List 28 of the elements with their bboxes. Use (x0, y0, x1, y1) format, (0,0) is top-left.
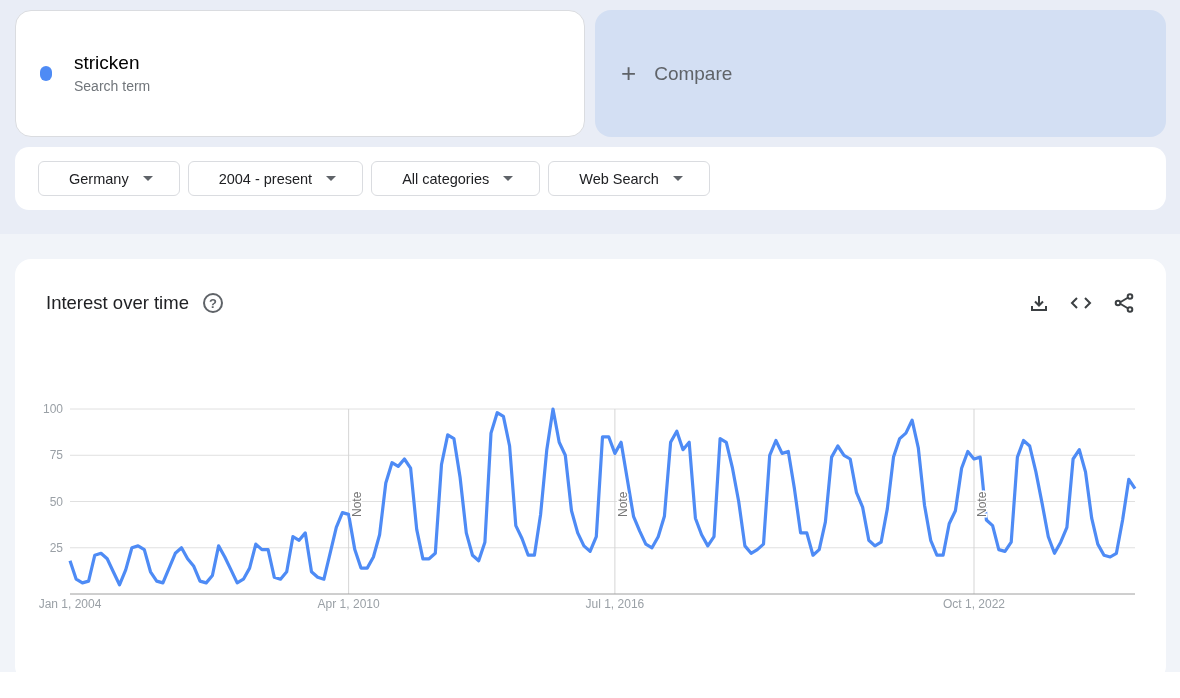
x-axis-label: Jul 1, 2016 (585, 597, 645, 611)
share-icon[interactable] (1114, 293, 1134, 313)
embed-code-icon[interactable] (1070, 296, 1092, 310)
search-term-card[interactable]: stricken Search term (15, 10, 585, 137)
filter-dropdown[interactable]: Web Search (548, 161, 710, 196)
filter-dropdown[interactable]: Germany (38, 161, 180, 196)
x-axis-label: Apr 1, 2010 (317, 597, 380, 611)
chart-title: Interest over time (46, 292, 189, 314)
note-marker[interactable]: Note (615, 491, 630, 517)
caret-icon (672, 176, 683, 181)
y-axis-label: 50 (49, 494, 63, 509)
note-marker[interactable]: Note (349, 491, 364, 517)
download-icon[interactable] (1030, 294, 1048, 312)
search-term-label: Search term (74, 77, 151, 94)
caret-icon (326, 176, 337, 181)
filter-dropdown[interactable]: All categories (371, 161, 541, 196)
x-axis-label: Jan 1, 2004 (38, 597, 102, 611)
compare-button[interactable]: + Compare (595, 10, 1166, 137)
help-icon[interactable]: ? (202, 293, 223, 313)
y-axis-label: 100 (42, 402, 63, 416)
caret-icon (142, 176, 153, 181)
note-marker[interactable]: Note (975, 491, 989, 517)
y-axis-label: 25 (49, 540, 63, 555)
x-axis-label: Oct 1, 2022 (943, 597, 1006, 611)
filter-dropdown[interactable]: 2004 - present (187, 161, 364, 196)
caret-icon (503, 176, 514, 181)
search-term: stricken (74, 51, 141, 74)
y-axis-label: 75 (49, 448, 63, 463)
